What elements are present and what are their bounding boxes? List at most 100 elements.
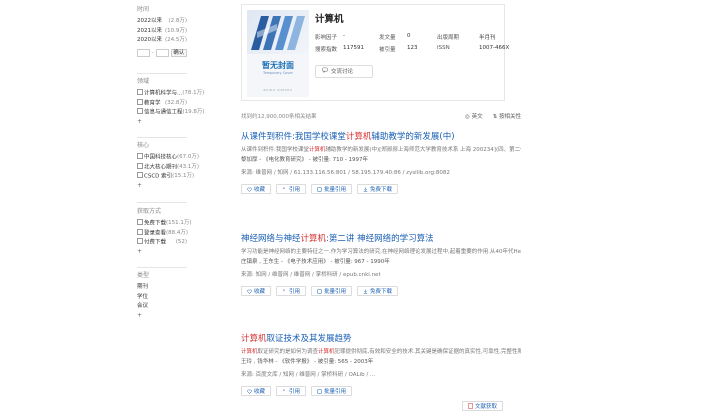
result-meta: 庄镇泉 , 王东生 - 《电子技术应用》 - 被引量: 967 - 1990年 (241, 259, 390, 265)
fulltext-button[interactable]: 文献获取 (462, 401, 504, 411)
issn-label: ISSN (437, 45, 450, 51)
time-filter-title: 时间 (137, 6, 150, 13)
download-icon (363, 289, 368, 294)
language-toggle[interactable]: ◎ 英文 (465, 112, 483, 120)
field-filter-edu[interactable]: 教育学 (32.8万) (137, 99, 187, 109)
field-filter: 领域 计算机科学与... (78.1万) 教育学 (32.8万) 信息与通信工程 (1… (137, 76, 205, 126)
download-button[interactable]: 免费下载 (357, 286, 399, 296)
access-filter-title: 获取方式 (137, 208, 162, 215)
core-more-button[interactable]: + (137, 182, 187, 190)
journal-stats: 影响因子 - 发文量 0 出版周期 半月刊 搜索指数 117591 被引量 12… (315, 33, 515, 53)
access-filter: 获取方式 免费下载 (151.1万) 登录查看 (88.4万) 付费下载 (52) + (137, 206, 192, 256)
result-meta: 王玲 , 钱华林 - 《软件学报》 - 被引量: 565 - 2003年 (241, 359, 374, 365)
chat-icon (322, 66, 328, 78)
citation-count-label: 被引量 (379, 47, 396, 53)
result-source: 来源: 维普网 / 知网 / 61.133.116.56:801 / 58.19… (241, 170, 450, 176)
time-filter: 时间 2022以来 (2.8万) 2021以来 (10.9万) 2020以来 (24.… (137, 4, 187, 57)
time-filter-2020[interactable]: 2020以来 (24.5万) (137, 36, 187, 46)
sort-icon: ⇅ (492, 114, 498, 120)
result-item: 从课件到积件:我国学校课堂计算机辅助教学的新发展(中) 从课件到积件:我国学校课… (241, 130, 521, 194)
type-more-button[interactable]: + (137, 312, 187, 320)
collect-button[interactable]: 收藏 (241, 286, 272, 296)
discussion-button[interactable]: 交流讨论 (315, 65, 373, 78)
access-filter-free[interactable]: 免费下载 (151.1万) (137, 219, 192, 229)
batch-icon (317, 289, 322, 293)
download-button[interactable]: 免费下载 (357, 184, 399, 194)
access-filter-paid[interactable]: 付费下载 (52) (137, 238, 187, 248)
publication-count-label: 发文量 (379, 35, 396, 41)
result-abstract: 学习功能是神经网络的主要特征之一.作为学习算法的研究,在神经网络理论发展过程中,… (241, 249, 521, 255)
sidebar-divider (137, 202, 187, 203)
quote-icon: " (283, 187, 285, 192)
time-filter-2021[interactable]: 2021以来 (10.9万) (137, 27, 187, 37)
cover-subtitle: Temporary Cover (263, 71, 293, 75)
field-filter-ice[interactable]: 信息与通信工程 (19.8万) (137, 108, 205, 118)
cover-pattern (247, 10, 309, 54)
result-count-bar: 找到约12,900,000条相关结果 ◎ 英文 ⇅ 按相关性 (241, 112, 521, 120)
cite-button[interactable]: " 引用 (276, 184, 307, 194)
result-source: 来源: 知网 / 维普网 / 维普网 / 掌桥科研 / epub.cnki.ne… (241, 272, 381, 278)
journal-card: 暂无封面 Temporary Cover BAIDU XUESHU 计算机 影响… (241, 4, 509, 101)
time-filter-2022[interactable]: 2022以来 (2.8万) (137, 17, 187, 27)
sidebar-divider (137, 267, 187, 268)
cover-title: 暂无封面 (262, 61, 294, 70)
batch-icon (317, 389, 322, 393)
heart-icon (247, 187, 252, 192)
year-range: - 确认 (137, 48, 187, 57)
search-index-value: 117591 (343, 45, 364, 51)
field-filter-title: 领域 (137, 78, 150, 85)
publication-cycle-label: 出版周期 (437, 35, 460, 41)
type-filter-journal[interactable]: 期刊 (137, 283, 187, 293)
core-filter-cstpcd[interactable]: 中国科技核心 (67.0万) (137, 153, 199, 163)
svg-text:": " (283, 389, 285, 394)
impact-factor-label: 影响因子 (315, 35, 338, 41)
year-confirm-button[interactable]: 确认 (170, 48, 187, 57)
field-more-button[interactable]: + (137, 118, 187, 126)
batch-cite-button[interactable]: 批量引用 (311, 184, 353, 194)
access-more-button[interactable]: + (137, 248, 187, 256)
download-icon (363, 187, 368, 192)
result-title[interactable]: 从课件到积件:我国学校课堂计算机辅助教学的新发展(中) (241, 130, 521, 142)
result-title[interactable]: 神经网络与神经计算机:第二讲 神经网络的学习算法 (241, 232, 521, 244)
type-filter-thesis[interactable]: 学位 (137, 293, 187, 303)
cite-button[interactable]: " 引用 (276, 286, 307, 296)
pdf-icon (468, 403, 473, 409)
cover-series: BAIDU XUESHU (263, 88, 293, 92)
core-filter-cscd[interactable]: CSCD 索引 (15.1万) (137, 172, 194, 182)
year-from-input[interactable] (137, 48, 150, 57)
journal-cover[interactable]: 暂无封面 Temporary Cover BAIDU XUESHU (247, 10, 309, 97)
result-actions: 收藏 " 引用 批量引用 免费下载 (241, 184, 521, 194)
batch-icon (317, 187, 322, 191)
issn-value: 1007-466X (479, 45, 510, 51)
search-index-label: 搜索指数 (315, 47, 338, 53)
result-meta: 黎加厚 - 《电化教育研究》 - 被引量: 710 - 1997年 (241, 157, 369, 163)
impact-factor-value: - (343, 33, 345, 39)
quote-icon: " (283, 289, 285, 294)
cite-button[interactable]: " 引用 (276, 386, 307, 396)
result-abstract: 计算机取证研究的是如何为调查计算机犯罪提供彻底,有效和安全的技术.其关键是确保证… (241, 349, 521, 355)
language-icon: ◎ (465, 114, 470, 120)
sidebar-divider (137, 73, 187, 74)
result-tools: ◎ 英文 ⇅ 按相关性 (465, 112, 521, 120)
type-filter: 类型 期刊 学位 会议 + (137, 270, 187, 320)
year-to-input[interactable] (155, 48, 169, 57)
collect-button[interactable]: 收藏 (241, 386, 272, 396)
field-filter-cs[interactable]: 计算机科学与... (78.1万) (137, 89, 204, 99)
core-filter-title: 核心 (137, 142, 150, 149)
journal-title[interactable]: 计算机 (315, 11, 344, 25)
access-filter-login[interactable]: 登录查看 (88.4万) (137, 229, 188, 239)
svg-text:": " (283, 187, 285, 192)
core-filter-pku[interactable]: 北大核心期刊 (43.1万) (137, 163, 199, 173)
batch-cite-button[interactable]: 批量引用 (311, 286, 353, 296)
result-actions: 收藏 " 引用 批量引用 免费下载 (241, 286, 521, 296)
type-filter-title: 类型 (137, 272, 150, 279)
result-abstract: 从课件到积件:我国学校课堂计算机辅助教学的新发展(中)[郑郧郧上海师范大学教育技… (241, 147, 521, 153)
sort-selector[interactable]: ⇅ 按相关性 (493, 112, 521, 120)
citation-count-value: 123 (407, 45, 418, 51)
publication-cycle-value: 半月刊 (479, 35, 496, 41)
type-filter-conference[interactable]: 会议 (137, 302, 187, 312)
result-item: 神经网络与神经计算机:第二讲 神经网络的学习算法 学习功能是神经网络的主要特征之… (241, 232, 521, 296)
result-title[interactable]: 计算机取证技术及其发展趋势 (241, 332, 521, 344)
collect-button[interactable]: 收藏 (241, 184, 272, 194)
batch-cite-button[interactable]: 批量引用 (311, 386, 353, 396)
